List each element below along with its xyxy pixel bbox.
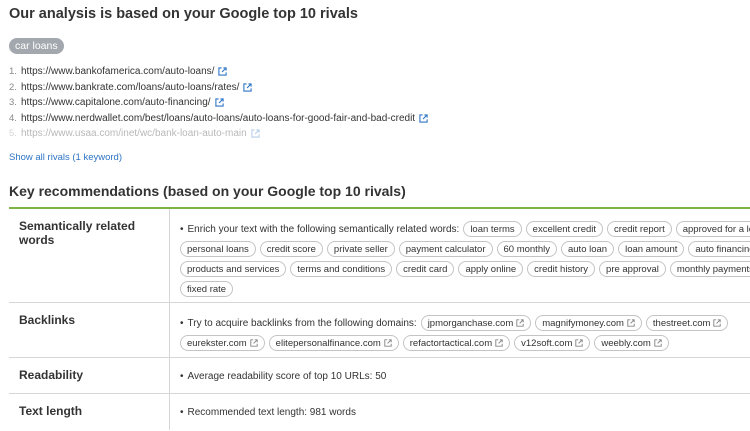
readability-text: Average readability score of top 10 URLs…	[180, 371, 387, 382]
semantic-word-tag[interactable]: auto loan	[560, 241, 615, 257]
backlink-domain-tag[interactable]: magnifymoney.com	[535, 315, 642, 331]
semantic-words-intro: Enrich your text with the following sema…	[180, 224, 460, 235]
backlink-domain: magnifymoney.com	[542, 317, 624, 329]
external-link-icon[interactable]	[419, 114, 428, 123]
rival-url[interactable]: https://www.bankofamerica.com/auto-loans…	[21, 66, 214, 77]
rivals-list: 1. https://www.bankofamerica.com/auto-lo…	[9, 64, 509, 142]
rival-item[interactable]: 3. https://www.capitalone.com/auto-finan…	[9, 95, 509, 111]
semantic-word-tag[interactable]: excellent credit	[525, 221, 604, 237]
semantic-word-tag[interactable]: 60 monthly	[496, 241, 557, 257]
rival-url[interactable]: https://www.capitalone.com/auto-financin…	[21, 97, 211, 108]
backlink-domain-tag[interactable]: thestreet.com	[645, 315, 729, 331]
text-length-label: Text length	[9, 394, 170, 430]
rival-url[interactable]: https://www.nerdwallet.com/best/loans/au…	[21, 113, 415, 124]
semantic-word-tag[interactable]: credit card	[396, 261, 455, 277]
keyword-badge[interactable]: car loans	[9, 38, 64, 54]
semantic-word-tag[interactable]: personal loans	[180, 241, 256, 257]
backlink-domain-tag[interactable]: eurekster.com	[180, 335, 265, 351]
rival-number: 3.	[9, 97, 17, 109]
backlink-domain: jpmorganchase.com	[427, 317, 514, 329]
semantic-words-content: Enrich your text with the following sema…	[170, 209, 750, 299]
rival-item[interactable]: 4. https://www.nerdwallet.com/best/loans…	[9, 111, 509, 127]
rival-number: 5.	[9, 128, 17, 140]
rival-url[interactable]: https://www.bankrate.com/loans/auto-loan…	[21, 82, 239, 93]
backlink-domain: v12soft.com	[521, 337, 573, 349]
backlink-domain: thestreet.com	[652, 317, 711, 329]
backlinks-content: Try to acquire backlinks from the follow…	[170, 303, 750, 353]
semantic-word-tag[interactable]: private seller	[326, 241, 395, 257]
semantic-word-tag[interactable]: pre approval	[599, 261, 666, 277]
external-link-icon	[495, 339, 503, 347]
show-all-rivals-link[interactable]: Show all rivals (1 keyword)	[9, 152, 122, 163]
external-link-icon	[713, 319, 722, 327]
text-length-text: Recommended text length: 981 words	[180, 407, 356, 418]
backlink-domain: elitepersonalfinance.com	[275, 337, 381, 349]
rival-item[interactable]: 5. https://www.usaa.com/inet/wc/bank-loa…	[9, 126, 509, 142]
semantic-word-tag[interactable]: loan amount	[618, 241, 685, 257]
readability-label: Readability	[9, 358, 170, 393]
external-link-icon	[627, 319, 635, 327]
semantic-words-label: Semantically related words	[9, 209, 170, 302]
semantic-word-tag[interactable]: approved for a loan	[675, 221, 750, 237]
backlink-domain: weebly.com	[601, 337, 651, 349]
semantic-words-row: Semantically related words Enrich your t…	[9, 209, 750, 303]
page-title: Our analysis is based on your Google top…	[9, 6, 358, 22]
backlink-domain-tag[interactable]: v12soft.com	[514, 335, 591, 351]
backlink-domain-tag[interactable]: weebly.com	[594, 335, 669, 351]
readability-content: Average readability score of top 10 URLs…	[170, 358, 750, 384]
external-link-icon	[249, 339, 258, 347]
external-link-icon[interactable]	[218, 67, 228, 76]
semantic-word-tag[interactable]: loan terms	[463, 221, 522, 237]
text-length-row: Text length Recommended text length: 981…	[9, 394, 750, 430]
semantic-word-tag[interactable]: apply online	[458, 261, 524, 277]
backlinks-label: Backlinks	[9, 303, 170, 357]
rival-url[interactable]: https://www.usaa.com/inet/wc/bank-loan-a…	[21, 128, 247, 139]
rival-number: 1.	[9, 66, 17, 78]
backlink-domain-tag[interactable]: jpmorganchase.com	[420, 315, 532, 331]
rival-item[interactable]: 1. https://www.bankofamerica.com/auto-lo…	[9, 64, 509, 80]
backlinks-row: Backlinks Try to acquire backlinks from …	[9, 303, 750, 358]
rival-item[interactable]: 2. https://www.bankrate.com/loans/auto-l…	[9, 80, 509, 96]
semantic-word-tag[interactable]: credit history	[527, 261, 596, 277]
backlink-domain-tag[interactable]: elitepersonalfinance.com	[268, 335, 399, 351]
external-link-icon[interactable]	[243, 83, 253, 92]
semantic-word-tag[interactable]: monthly payments	[669, 261, 750, 277]
semantic-word-tag[interactable]: auto financing	[688, 241, 750, 257]
recommendations-title: Key recommendations (based on your Googl…	[9, 183, 406, 199]
semantic-word-tag[interactable]: products and services	[180, 261, 287, 277]
external-link-icon[interactable]	[251, 129, 260, 138]
rival-number: 4.	[9, 112, 17, 124]
backlink-domain-tag[interactable]: refactortactical.com	[402, 335, 511, 351]
text-length-content: Recommended text length: 981 words	[170, 394, 750, 420]
external-link-icon	[516, 319, 524, 327]
external-link-icon	[384, 339, 392, 347]
semantic-word-tag[interactable]: fixed rate	[180, 281, 234, 297]
readability-row: Readability Average readability score of…	[9, 358, 750, 394]
backlinks-intro: Try to acquire backlinks from the follow…	[180, 318, 417, 329]
external-link-icon[interactable]	[214, 98, 224, 107]
external-link-icon	[654, 339, 662, 347]
rival-number: 2.	[9, 81, 17, 93]
recommendations-table: Semantically related words Enrich your t…	[9, 207, 750, 430]
external-link-icon	[575, 339, 584, 347]
backlink-domain: eurekster.com	[187, 337, 247, 349]
semantic-word-tag[interactable]: credit report	[607, 221, 672, 237]
semantic-word-tag[interactable]: terms and conditions	[290, 261, 393, 277]
backlink-domain: refactortactical.com	[409, 337, 493, 349]
semantic-word-tag[interactable]: payment calculator	[398, 241, 493, 257]
semantic-word-tag[interactable]: credit score	[259, 241, 323, 257]
